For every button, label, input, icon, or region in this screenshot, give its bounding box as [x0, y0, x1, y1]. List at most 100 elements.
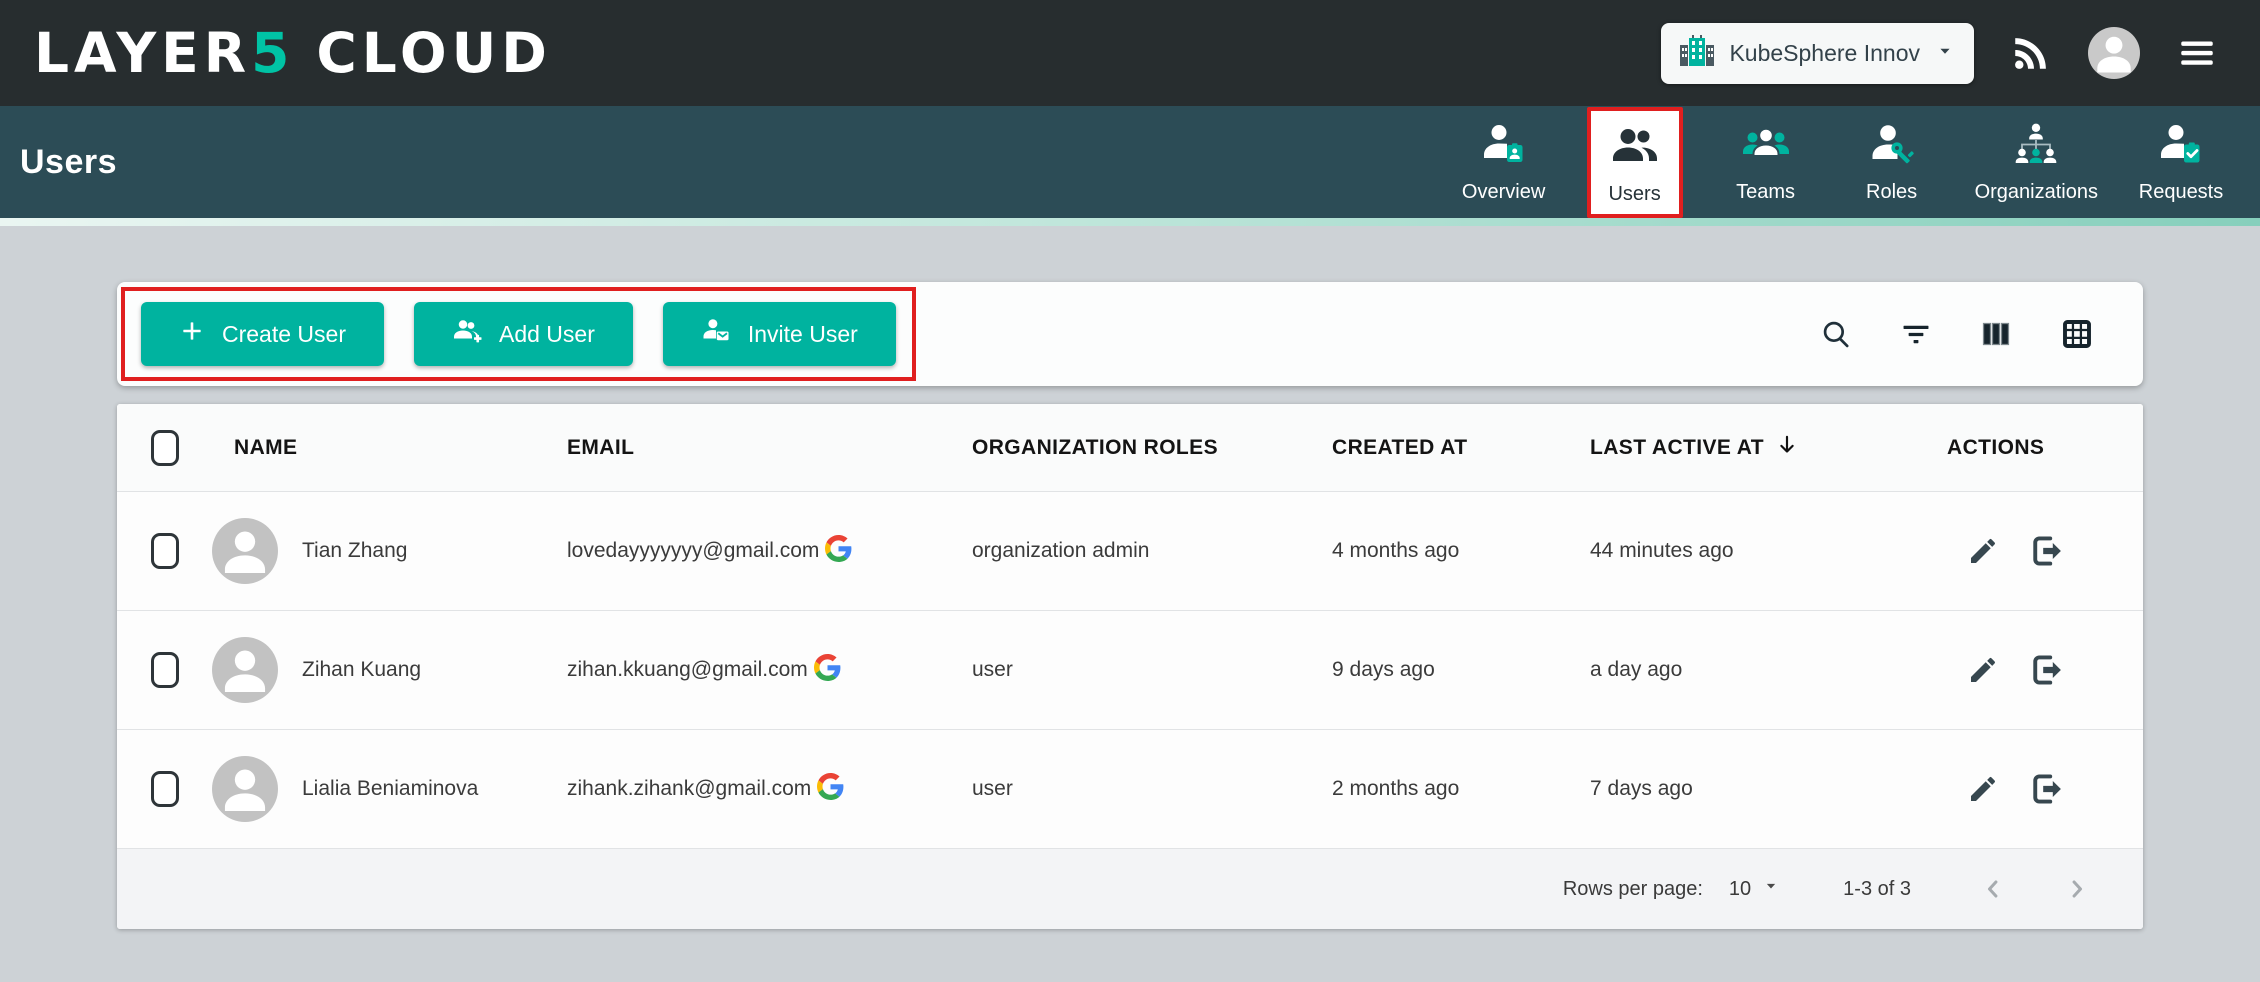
filter-icon[interactable] — [1899, 317, 1933, 351]
add-user-button[interactable]: Add User — [414, 302, 633, 366]
user-email: zihank.zihank@gmail.com — [567, 777, 811, 801]
user-name: Lialia Beniaminova — [302, 777, 478, 801]
user-org-roles: user — [972, 658, 1332, 682]
edit-pencil-icon[interactable] — [1967, 773, 1999, 805]
table-row: Zihan Kuang zihan.kkuang@gmail.com user … — [117, 611, 2143, 730]
requests-icon — [2157, 121, 2205, 174]
person-invite-icon — [701, 316, 731, 352]
table-pagination: Rows per page: 10 1-3 of 3 — [117, 849, 2143, 929]
org-selector-value: KubeSphere Innov — [1729, 40, 1920, 67]
roles-icon — [1868, 121, 1916, 174]
column-header-last-active-at[interactable]: LAST ACTIVE AT — [1590, 432, 1947, 464]
brand-text-primary: LAYER — [34, 21, 251, 85]
app-header: LAYER5 CLOUD KubeSphere Innov — [0, 0, 2260, 106]
sort-desc-arrow-icon — [1774, 432, 1800, 464]
org-selector[interactable]: KubeSphere Innov — [1661, 23, 1974, 84]
row-checkbox[interactable] — [151, 771, 179, 807]
rows-per-page-label: Rows per page: — [1563, 878, 1703, 901]
nav-item-organizations[interactable]: Organizations — [1975, 121, 2098, 204]
nav-accent-line — [0, 218, 2260, 226]
create-user-label: Create User — [222, 321, 346, 348]
nav-item-label: Overview — [1462, 181, 1545, 204]
user-toolbar: Create User Add User — [117, 282, 2143, 386]
select-all-checkbox[interactable] — [151, 430, 179, 466]
chevron-down-icon — [1761, 876, 1781, 902]
column-header-email[interactable]: EMAIL — [567, 436, 972, 460]
nav-item-users[interactable]: Users — [1587, 107, 1683, 218]
user-avatar[interactable] — [2088, 27, 2140, 79]
column-header-created-at[interactable]: CREATED AT — [1332, 436, 1590, 460]
remove-user-logout-icon[interactable] — [2027, 533, 2063, 569]
building-icon — [1679, 35, 1715, 72]
user-last-active-at: 44 minutes ago — [1590, 539, 1947, 563]
avatar — [212, 756, 278, 822]
column-header-organization-roles[interactable]: ORGANIZATION ROLES — [972, 436, 1332, 460]
user-created-at: 4 months ago — [1332, 539, 1590, 563]
invite-user-label: Invite User — [748, 321, 858, 348]
google-icon — [817, 773, 844, 806]
remove-user-logout-icon[interactable] — [2027, 652, 2063, 688]
brand-text-accent: 5 — [251, 21, 294, 85]
pagination-range: 1-3 of 3 — [1843, 878, 1911, 901]
grid-icon[interactable] — [2059, 316, 2095, 352]
brand-logo[interactable]: LAYER5 CLOUD — [34, 21, 552, 85]
organizations-icon — [2012, 121, 2060, 174]
users-icon — [1611, 123, 1659, 176]
google-icon — [814, 654, 841, 687]
nav-item-requests[interactable]: Requests — [2138, 121, 2224, 204]
user-name: Zihan Kuang — [302, 658, 421, 682]
rows-per-page-select[interactable]: 10 — [1729, 876, 1781, 902]
user-org-roles: organization admin — [972, 539, 1332, 563]
nav-item-label: Users — [1608, 183, 1660, 206]
users-table: NAME EMAIL ORGANIZATION ROLES CREATED AT… — [117, 404, 2143, 929]
user-last-active-at: a day ago — [1590, 658, 1947, 682]
google-icon — [825, 535, 852, 568]
user-created-at: 9 days ago — [1332, 658, 1590, 682]
column-header-name[interactable]: NAME — [212, 436, 567, 460]
user-created-at: 2 months ago — [1332, 777, 1590, 801]
user-last-active-at: 7 days ago — [1590, 777, 1947, 801]
avatar — [212, 518, 278, 584]
nav-item-label: Roles — [1866, 181, 1917, 204]
user-email: zihan.kkuang@gmail.com — [567, 658, 808, 682]
create-user-button[interactable]: Create User — [141, 302, 384, 366]
avatar — [212, 637, 278, 703]
edit-pencil-icon[interactable] — [1967, 654, 1999, 686]
add-user-label: Add User — [499, 321, 595, 348]
annotation-box-buttons: Create User Add User — [121, 287, 916, 381]
page-title: Users — [20, 143, 117, 182]
nav-item-label: Teams — [1736, 181, 1795, 204]
invite-user-button[interactable]: Invite User — [663, 302, 896, 366]
previous-page-chevron-icon[interactable] — [1979, 875, 2007, 903]
teams-icon — [1742, 121, 1790, 174]
nav-item-label: Organizations — [1975, 181, 2098, 204]
search-icon[interactable] — [1819, 317, 1853, 351]
brand-text-secondary: CLOUD — [316, 21, 552, 85]
table-header-row: NAME EMAIL ORGANIZATION ROLES CREATED AT… — [117, 404, 2143, 492]
row-checkbox[interactable] — [151, 533, 179, 569]
remove-user-logout-icon[interactable] — [2027, 771, 2063, 807]
chevron-down-icon — [1934, 40, 1956, 67]
edit-pencil-icon[interactable] — [1967, 535, 1999, 567]
hamburger-menu-icon[interactable] — [2176, 32, 2218, 74]
table-row: Tian Zhang lovedayyyyyyy@gmail.com organ… — [117, 492, 2143, 611]
column-header-actions: ACTIONS — [1947, 436, 2143, 460]
overview-icon — [1480, 121, 1528, 174]
remote-provider-rss-icon[interactable] — [2010, 32, 2052, 74]
nav-item-overview[interactable]: Overview — [1461, 121, 1547, 204]
nav-item-roles[interactable]: Roles — [1849, 121, 1935, 204]
nav-item-teams[interactable]: Teams — [1723, 121, 1809, 204]
main-content: Create User Add User — [0, 226, 2260, 929]
columns-icon[interactable] — [1979, 317, 2013, 351]
row-checkbox[interactable] — [151, 652, 179, 688]
user-name: Tian Zhang — [302, 539, 407, 563]
nav-item-label: Requests — [2139, 181, 2224, 204]
group-add-icon — [452, 316, 482, 352]
user-email: lovedayyyyyyy@gmail.com — [567, 539, 819, 563]
section-navbar: Users Overview Use — [0, 106, 2260, 218]
user-org-roles: user — [972, 777, 1332, 801]
next-page-chevron-icon[interactable] — [2063, 875, 2091, 903]
rows-per-page-value: 10 — [1729, 878, 1751, 901]
plus-icon — [179, 318, 205, 350]
table-row: Lialia Beniaminova zihank.zihank@gmail.c… — [117, 730, 2143, 849]
